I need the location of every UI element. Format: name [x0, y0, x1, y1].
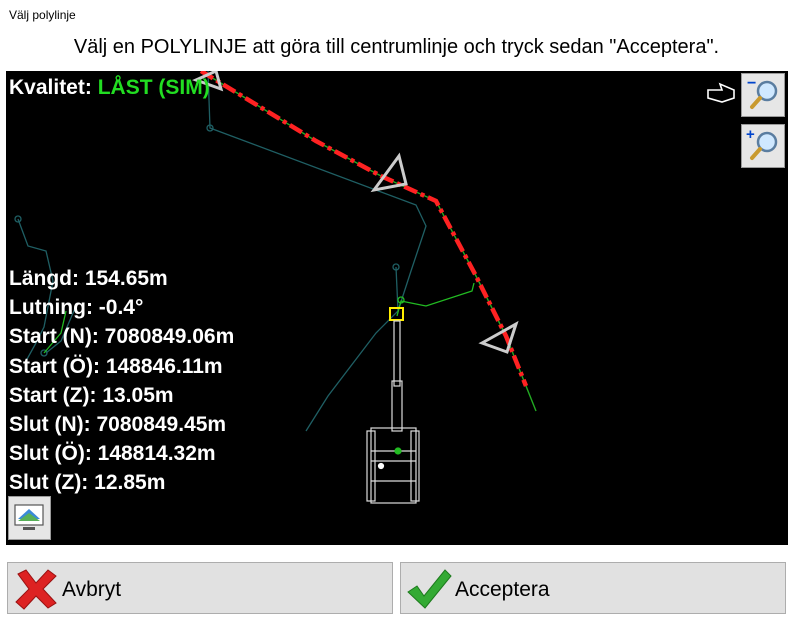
zoom-out-button[interactable]: − — [741, 73, 785, 117]
pointing-hand-icon — [707, 82, 735, 103]
selected-polyline[interactable] — [199, 71, 529, 387]
stat-start-n: Start (N): 7080849.06m — [9, 325, 235, 349]
direction-arrow-1 — [370, 152, 408, 193]
quality-label: Kvalitet: — [9, 76, 92, 99]
accept-button[interactable]: Acceptera — [400, 562, 786, 614]
layers-icon — [14, 504, 44, 530]
layers-button[interactable] — [8, 496, 51, 540]
stat-end-e: Slut (Ö): 148814.32m — [9, 442, 216, 466]
polyline-green-1[interactable] — [396, 282, 475, 317]
polyline-stats: Längd: 154.65m Lutning: -0.4° Start (N):… — [9, 264, 234, 498]
zoom-out-icon: − — [747, 75, 778, 109]
polyline-teal-3[interactable] — [305, 266, 399, 432]
stat-slope: Lutning: -0.4° — [9, 296, 144, 320]
cancel-label: Avbryt — [62, 578, 122, 601]
stat-end-n: Slut (N): 7080849.45m — [9, 413, 227, 437]
cancel-button[interactable]: Avbryt — [7, 562, 393, 614]
green-check-icon — [407, 569, 452, 609]
window-title: Välj polylinje — [9, 8, 76, 22]
stat-end-z: Slut (Z): 12.85m — [9, 471, 166, 495]
accept-label: Acceptera — [455, 578, 550, 601]
window-titlebar: Välj polylinje — [0, 0, 793, 30]
red-x-icon — [15, 569, 57, 610]
stat-start-e: Start (Ö): 148846.11m — [9, 354, 223, 378]
zoom-in-button[interactable]: + — [741, 124, 785, 168]
polyline-teal-1[interactable] — [207, 71, 427, 312]
svg-text:+: + — [746, 126, 755, 143]
zoom-in-icon: + — [746, 126, 778, 160]
svg-text:−: − — [747, 75, 756, 92]
instruction-text: Välj en POLYLINJE att göra till centruml… — [73, 36, 720, 58]
map-view[interactable]: Kvalitet: LÅST (SIM) Längd: 154.65m Lutn… — [6, 71, 788, 545]
stat-length: Längd: 154.65m — [9, 267, 168, 290]
stat-start-z: Start (Z): 13.05m — [9, 383, 174, 407]
gps-quality: Kvalitet: LÅST (SIM) — [9, 76, 210, 100]
excavator-icon — [366, 307, 420, 504]
quality-value: LÅST (SIM) — [97, 76, 210, 99]
